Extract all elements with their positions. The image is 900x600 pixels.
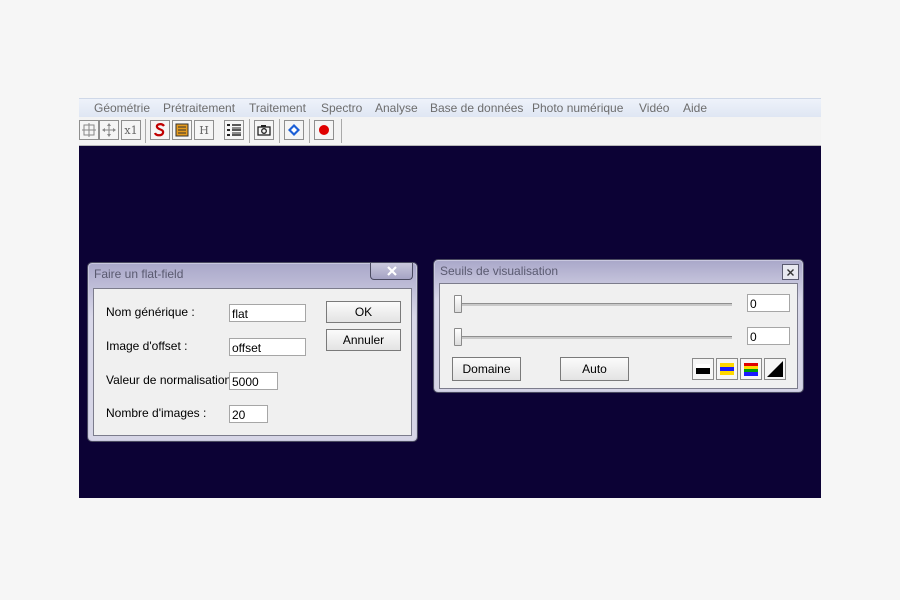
toolbar-separator (341, 119, 342, 143)
menu-video[interactable]: Vidéo (639, 101, 669, 115)
seuils-dialog: Seuils de visualisation 0 0 Domaine Auto (433, 259, 804, 393)
low-threshold-slider[interactable] (454, 328, 462, 346)
zoom-x1-icon[interactable]: x1 (121, 120, 141, 140)
low-threshold-field[interactable]: 0 (747, 327, 790, 345)
label-nom-generique: Nom générique : (106, 305, 195, 319)
crosshair-icon[interactable] (79, 120, 99, 140)
close-icon[interactable] (782, 264, 799, 280)
image-offset-field[interactable]: offset (229, 338, 306, 356)
toolbar-separator (145, 119, 146, 143)
ok-button[interactable]: OK (326, 301, 401, 323)
dialog-title: Faire un flat-field (94, 267, 184, 281)
list-icon[interactable] (224, 120, 244, 140)
camera-icon[interactable] (254, 120, 274, 140)
flatfield-dialog: Faire un flat-field Nom générique : Imag… (87, 262, 418, 442)
toolbar: x1 H (79, 117, 821, 146)
menu-geometrie[interactable]: Géométrie (94, 101, 150, 115)
high-threshold-slider[interactable] (454, 295, 462, 313)
toolbar-separator (249, 119, 250, 143)
spectro-s-icon[interactable] (150, 120, 170, 140)
blue-yellow-palette-icon[interactable] (716, 358, 738, 380)
histogram-h-icon[interactable]: H (194, 120, 214, 140)
menu-photo-numerique[interactable]: Photo numérique (532, 101, 623, 115)
auto-button[interactable]: Auto (560, 357, 629, 381)
label-nombre-images: Nombre d'images : (106, 406, 207, 420)
dialog-body: Nom générique : Image d'offset : Valeur … (93, 288, 412, 436)
dialog-body: 0 0 Domaine Auto (439, 283, 798, 389)
domaine-button[interactable]: Domaine (452, 357, 521, 381)
menu-bar: Géométrie Prétraitement Traitement Spect… (79, 98, 821, 117)
toolbar-separator (309, 119, 310, 143)
high-threshold-track (454, 303, 732, 306)
normalisation-field[interactable]: 5000 (229, 372, 278, 390)
nombre-images-field[interactable]: 20 (229, 405, 268, 423)
menu-aide[interactable]: Aide (683, 101, 707, 115)
high-threshold-field[interactable]: 0 (747, 294, 790, 312)
move-icon[interactable] (99, 120, 119, 140)
cancel-button[interactable]: Annuler (326, 329, 401, 351)
diamond-icon[interactable] (284, 120, 304, 140)
gradient-palette-icon[interactable] (764, 358, 786, 380)
nom-generique-field[interactable]: flat (229, 304, 306, 322)
menu-analyse[interactable]: Analyse (375, 101, 418, 115)
menu-traitement[interactable]: Traitement (249, 101, 306, 115)
rainbow-palette-icon[interactable] (740, 358, 762, 380)
menu-base-de-donnees[interactable]: Base de données (430, 101, 523, 115)
grey-palette-icon[interactable] (692, 358, 714, 380)
record-icon[interactable] (314, 120, 334, 140)
low-threshold-track (454, 336, 732, 339)
toolbar-separator (279, 119, 280, 143)
dialog-title: Seuils de visualisation (440, 264, 559, 278)
label-image-offset: Image d'offset : (106, 339, 188, 353)
layers-icon[interactable] (172, 120, 192, 140)
menu-spectro[interactable]: Spectro (321, 101, 362, 115)
label-valeur-normalisation: Valeur de normalisation : (106, 373, 238, 387)
menu-pretraitement[interactable]: Prétraitement (163, 101, 235, 115)
histogram-h-label: H (199, 123, 209, 137)
zoom-x1-label: x1 (124, 123, 138, 137)
close-icon[interactable] (370, 263, 413, 280)
